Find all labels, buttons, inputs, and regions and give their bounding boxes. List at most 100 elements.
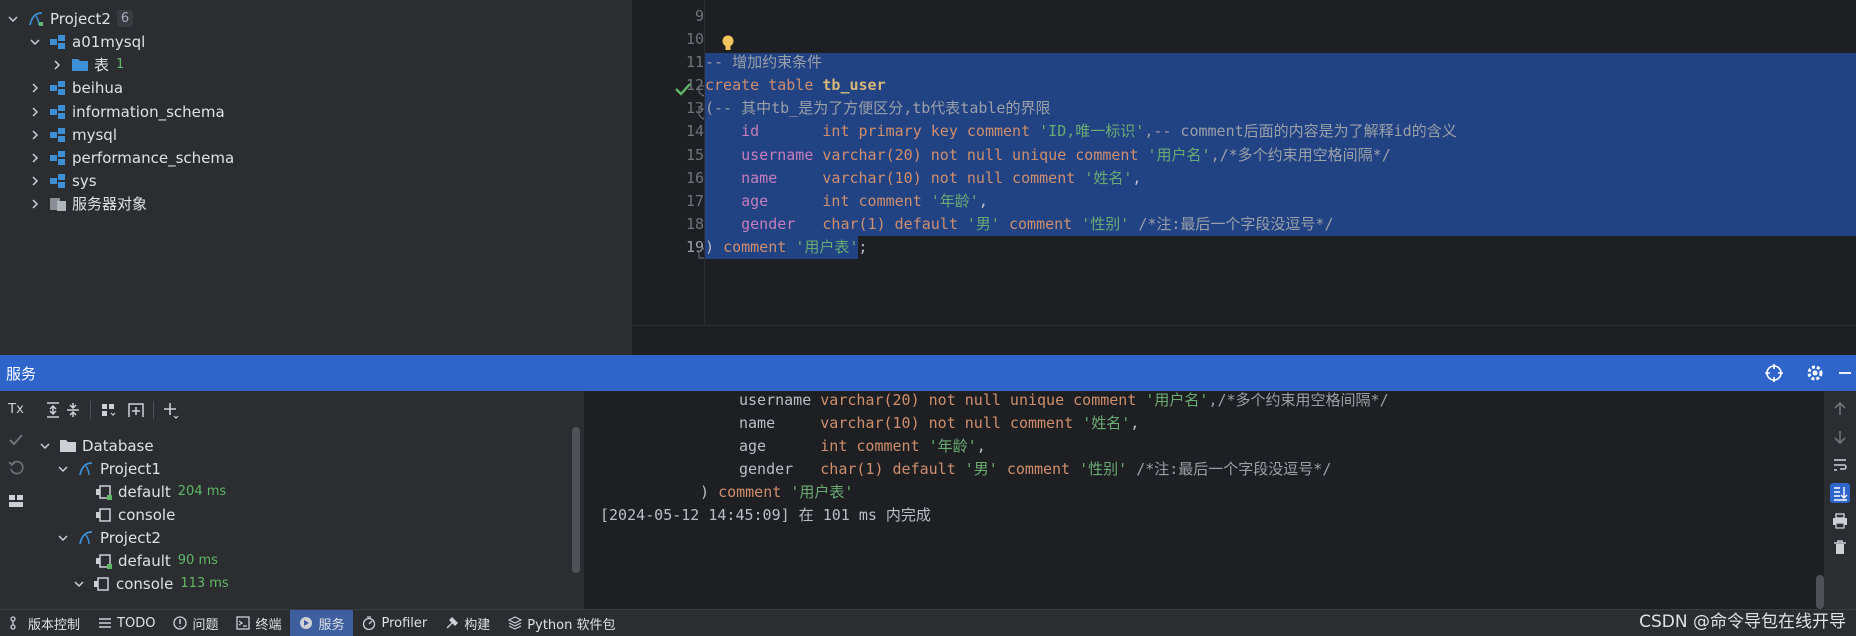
line-number: 15 [685, 146, 704, 164]
tool-tab-todo[interactable]: TODO [89, 610, 164, 636]
tree-item-label: console [116, 574, 174, 593]
scroll-to-end-icon[interactable] [1830, 483, 1850, 503]
schema-icon [48, 126, 68, 144]
commit-icon[interactable] [6, 430, 26, 450]
transaction-mode-icon[interactable]: Tx [6, 399, 26, 419]
line-number: 11 [685, 53, 704, 71]
schema-icon [48, 79, 68, 97]
toolbar-divider [153, 401, 154, 419]
add-icon[interactable] [160, 399, 182, 421]
tree-item-label: default [118, 482, 171, 501]
tool-tab-problems[interactable]: 问题 [164, 610, 227, 636]
profiler-icon [362, 616, 376, 630]
datasource-icon [26, 10, 46, 28]
tree-item-label: sys [72, 171, 97, 190]
soft-wrap-icon[interactable] [1830, 455, 1850, 475]
folder-icon [70, 56, 90, 74]
build-icon [445, 616, 459, 630]
arrow-up-icon[interactable] [1830, 399, 1850, 419]
session-icon [92, 575, 112, 593]
chevron-down-icon[interactable] [56, 531, 70, 545]
schema-icon [48, 103, 68, 121]
execution-time: 90 ms [177, 553, 218, 568]
console-result-line: [2024-05-12 14:45:09] 在 101 ms 内完成 [600, 506, 931, 524]
chevron-right-icon[interactable] [50, 58, 64, 72]
chevron-down-icon[interactable] [38, 439, 52, 453]
group-by-icon[interactable] [98, 399, 120, 421]
execution-time: 204 ms [177, 484, 227, 499]
chevron-down-icon[interactable] [72, 577, 86, 591]
problems-icon [173, 616, 188, 630]
server-objects-icon [48, 195, 68, 213]
tool-tab-label: Profiler [381, 615, 428, 631]
tool-tab-label: 服务 [318, 617, 345, 633]
expand-all-icon[interactable] [42, 399, 64, 421]
console-output[interactable]: username varchar(20) not null unique com… [584, 391, 1824, 609]
line-number: 10 [685, 30, 704, 48]
count-badge: 6 [116, 10, 134, 27]
todo-icon [98, 616, 112, 630]
line-number: 16 [685, 169, 704, 187]
watermark-text: CSDN @命令导包在线开导 [1639, 612, 1846, 632]
minimize-icon[interactable] [1834, 362, 1856, 384]
tool-tab-build[interactable]: 构建 [436, 610, 499, 636]
tool-tab-terminal[interactable]: 终端 [227, 610, 290, 636]
tree-item-server-objects[interactable]: 服务器对象 [28, 190, 147, 217]
tool-tab-services[interactable]: 服务 [290, 609, 354, 636]
tree-item-label: mysql [72, 125, 117, 144]
chevron-down-icon[interactable] [56, 462, 70, 476]
chevron-right-icon[interactable] [28, 174, 42, 188]
vcs-icon [9, 616, 23, 630]
services-title: 服务 [6, 364, 37, 383]
arrow-down-icon[interactable] [1830, 427, 1850, 447]
tool-tab-label: 构建 [464, 617, 491, 633]
code-area[interactable]: -- 增加约束条件 create table tb_user (-- 其中tb_… [705, 0, 1856, 325]
schema-icon [48, 33, 68, 51]
console-scrollbar[interactable] [1816, 575, 1824, 609]
chevron-right-icon[interactable] [28, 128, 42, 142]
line-number: 14 [685, 122, 704, 140]
chevron-right-icon[interactable] [28, 151, 42, 165]
item-count: 1 [116, 57, 125, 72]
datasource-icon [76, 460, 96, 478]
new-tab-icon[interactable] [125, 399, 147, 421]
tool-tab-python-packages[interactable]: Python 软件包 [499, 610, 624, 636]
tool-tab-label: 版本控制 [28, 617, 81, 633]
line-number: 9 [694, 7, 704, 25]
terminal-icon [236, 616, 251, 630]
rollback-icon[interactable] [6, 457, 26, 477]
line-number: 17 [685, 192, 704, 210]
layout-icon[interactable] [6, 491, 26, 511]
chevron-right-icon[interactable] [28, 197, 42, 211]
tree-item-label: console [118, 505, 176, 524]
tool-tab-label: 问题 [192, 617, 219, 633]
services-left-toolbar: Tx [0, 391, 32, 609]
gear-icon[interactable] [1804, 362, 1826, 384]
trash-icon[interactable] [1830, 537, 1850, 557]
folder-icon [58, 437, 78, 455]
tree-item-session[interactable]: console 113 ms [72, 570, 229, 597]
tree-item-label: Project1 [100, 459, 161, 478]
chevron-down-icon[interactable] [6, 12, 20, 26]
tree-item-label: information_schema [72, 102, 225, 121]
services-icon [299, 616, 313, 630]
collapse-all-icon[interactable] [62, 399, 84, 421]
tree-item-label: 表 [94, 56, 110, 74]
tree-item-beihua[interactable]: beihua [28, 74, 123, 101]
tool-tab-label: TODO [117, 615, 156, 631]
tree-scrollbar[interactable] [572, 427, 580, 573]
chevron-right-icon[interactable] [28, 105, 42, 119]
tool-tab-label: 终端 [255, 617, 282, 633]
chevron-right-icon[interactable] [28, 81, 42, 95]
tool-tab-profiler[interactable]: Profiler [353, 610, 436, 636]
target-icon[interactable] [1763, 362, 1785, 384]
tree-item-label: beihua [72, 78, 124, 97]
schema-icon [48, 172, 68, 190]
tool-tab-vcs[interactable]: 版本控制 [0, 610, 89, 636]
sql-editor[interactable]: 9 10 11 12 13 14 15 16 17 18 19 -- 增加约束条… [632, 0, 1856, 325]
tree-item-label: a01mysql [72, 32, 146, 51]
print-icon[interactable] [1830, 511, 1850, 531]
python-packages-icon [508, 616, 523, 630]
chevron-down-icon[interactable] [28, 35, 42, 49]
line-number: 18 [685, 215, 704, 233]
